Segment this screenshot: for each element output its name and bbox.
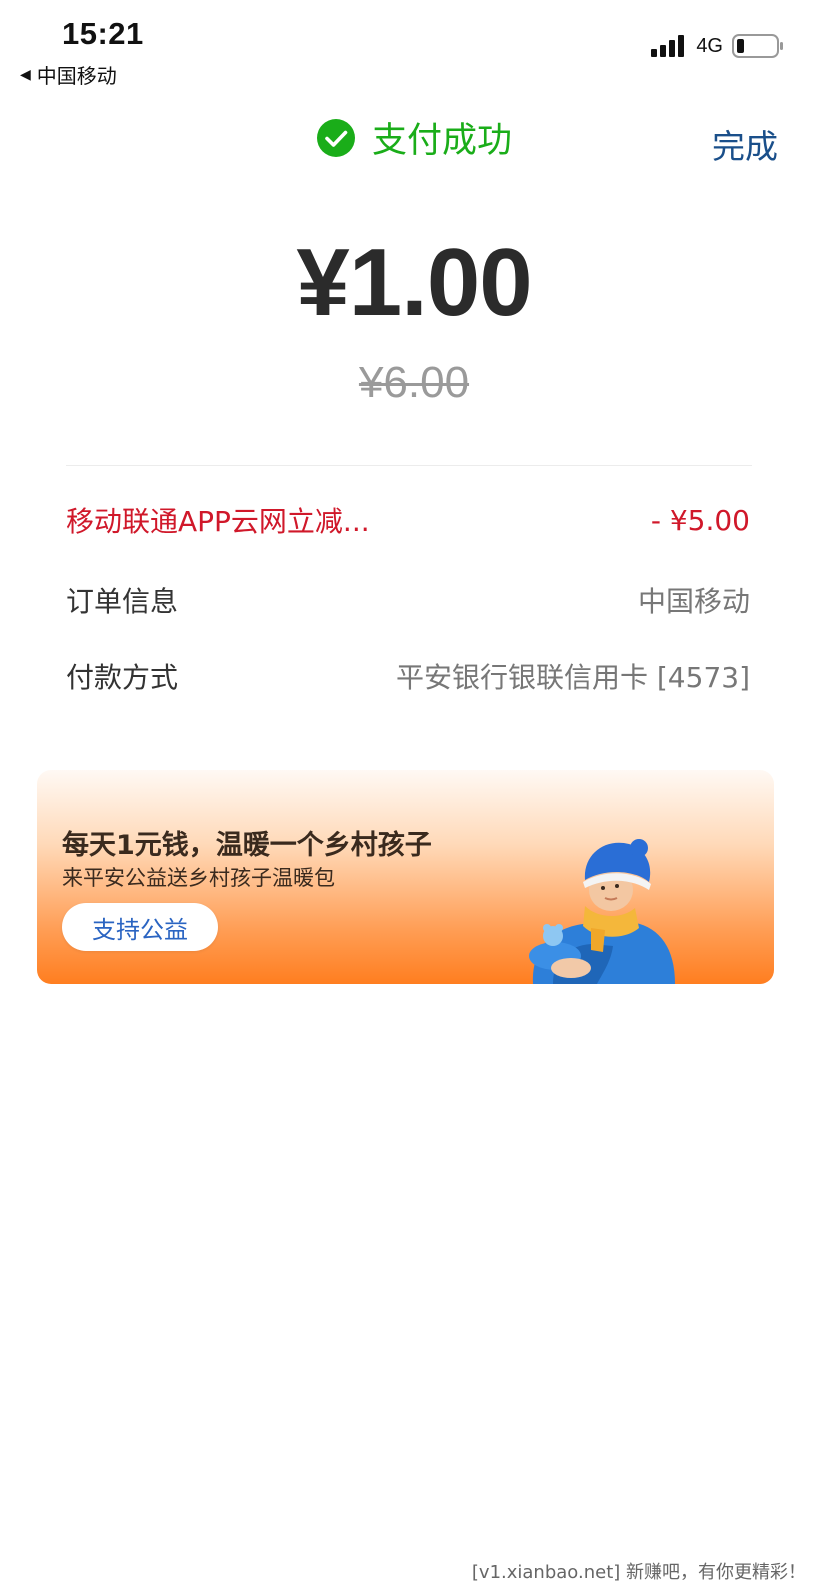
payment-method-label: 付款方式	[66, 661, 179, 694]
payment-method-row: 付款方式 平安银行银联信用卡 [4573]	[66, 656, 750, 696]
status-time: 15:21	[62, 16, 144, 51]
back-to-app[interactable]: ◀ 中国移动	[20, 60, 117, 89]
charity-banner[interactable]: 每天1元钱，温暖一个乡村孩子 来平安公益送乡村孩子温暖包 支持公益	[37, 770, 774, 984]
watermark: [v1.xianbao.net] 新赚吧，有你更精彩！	[471, 1562, 806, 1583]
discount-value: - ¥5.00	[650, 503, 750, 537]
signal-icon	[651, 35, 685, 57]
battery-icon	[732, 34, 783, 58]
done-button[interactable]: 完成	[712, 120, 778, 168]
back-app-label: 中国移动	[36, 64, 117, 88]
payment-status-header: 支付成功	[0, 112, 828, 163]
payment-method-value: 平安银行银联信用卡 [4573]	[395, 661, 750, 694]
support-charity-button[interactable]: 支持公益	[62, 903, 218, 951]
divider	[66, 465, 752, 466]
check-circle-icon	[316, 118, 355, 157]
page-title: 支付成功	[371, 121, 512, 161]
banner-subtitle: 来平安公益送乡村孩子温暖包	[62, 866, 335, 890]
banner-title: 每天1元钱，温暖一个乡村孩子	[62, 830, 432, 861]
back-arrow-icon: ◀	[20, 66, 31, 83]
network-type: 4G	[696, 34, 723, 57]
discount-label: 移动联通APP云网立减...	[66, 505, 370, 538]
order-info-row[interactable]: 订单信息 中国移动	[66, 580, 750, 620]
discount-row[interactable]: 移动联通APP云网立减... - ¥5.00	[66, 500, 750, 540]
original-amount: ¥6.00	[358, 358, 470, 407]
child-illustration	[529, 839, 675, 984]
status-indicators: 4G	[651, 34, 784, 58]
order-info-value: 中国移动	[637, 585, 750, 618]
order-info-label: 订单信息	[66, 585, 179, 618]
paid-amount: ¥1.00	[296, 229, 532, 336]
